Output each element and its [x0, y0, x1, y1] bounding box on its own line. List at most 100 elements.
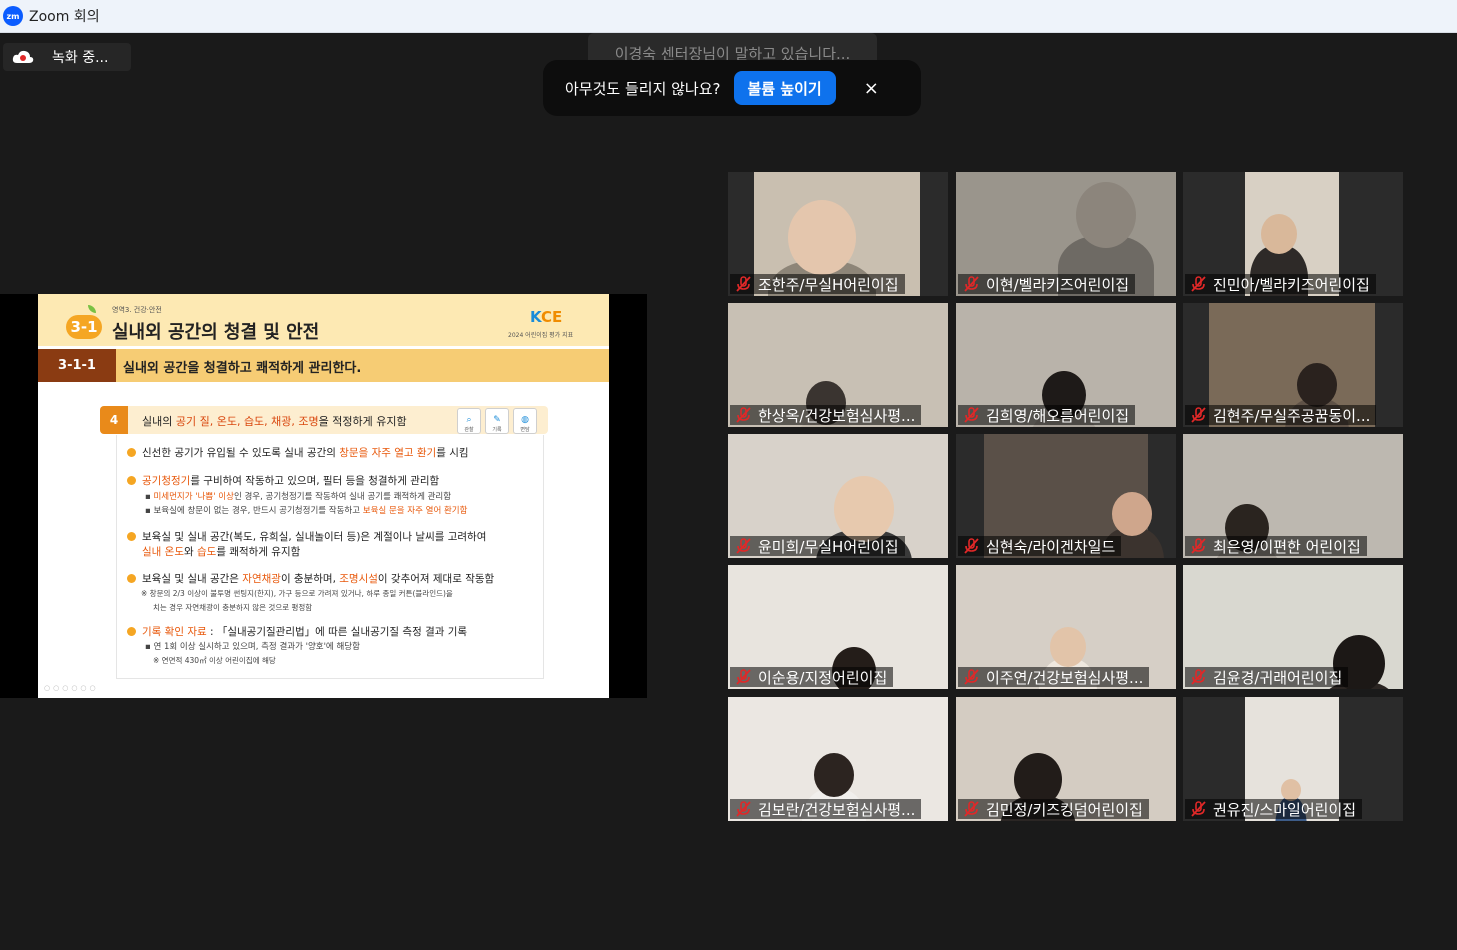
participant-face: [814, 753, 854, 797]
participant-tile[interactable]: 김희영/해오름어린이집: [956, 303, 1176, 427]
checklist-subitem: ▪ 미세먼지가 '나쁨' 이상인 경우, 공기청정기를 작동하여 실내 공기를 …: [145, 492, 452, 502]
shared-screen[interactable]: 영역3. 건강·안전 3-1 실내외 공간의 청결 및 안전 KCE 2024 …: [0, 294, 647, 698]
participant-name-tag: 김현주/무실주공꿈동이...: [1185, 405, 1377, 425]
method-icons: ⌕ 관찰 ✎ 기록 ◍ 면담: [457, 408, 537, 434]
participant-tile[interactable]: 김윤경/귀래어린이집: [1183, 565, 1403, 689]
participant-name-tag: 윤미희/무실H어린이집: [730, 536, 905, 556]
check-icon: [127, 627, 136, 636]
text: 신선한 공기가 유입될 수 있도록 실내 공간의: [142, 447, 340, 459]
participant-name: 김희영/해오름어린이집: [986, 406, 1130, 425]
muted-microphone-icon: [734, 276, 752, 292]
muted-microphone-icon: [1189, 801, 1207, 817]
participant-tile[interactable]: 김보란/건강보험심사평...: [728, 697, 948, 821]
muted-microphone-icon: [1189, 407, 1207, 423]
domain-label: 영역3. 건강·안전: [112, 306, 162, 314]
participant-face: [1112, 492, 1152, 536]
muted-microphone-icon: [962, 276, 980, 292]
record-method: ✎ 기록: [485, 408, 509, 434]
participant-name: 이순용/지정어린이집: [758, 668, 888, 687]
participant-name: 윤미희/무실H어린이집: [758, 537, 899, 556]
item-text-post: 을 적정하게 유지함: [318, 415, 407, 428]
section-number: 3-1: [66, 315, 102, 339]
highlight: 실내 온도: [142, 546, 184, 558]
item-text-pre: 실내의: [142, 415, 176, 428]
slide-header: 영역3. 건강·안전 3-1 실내외 공간의 청결 및 안전 KCE 2024 …: [38, 294, 609, 346]
checklist-item: 기록 확인 자료 : 「실내공기질관리법」에 따른 실내공기질 측정 결과 기록: [127, 624, 467, 639]
participant-tile[interactable]: 최은영/이편한 어린이집: [1183, 434, 1403, 558]
evaluation-item: 4 실내의 공기 질, 온도, 습도, 채광, 조명을 적정하게 유지함 ⌕ 관찰…: [100, 406, 548, 434]
text: 를 쾌적하게 유지함: [216, 546, 301, 558]
highlight: 습도: [196, 546, 217, 558]
text: 보육실에 창문이 없는 경우, 반드시 공기청정기를 작동하고: [153, 506, 363, 516]
text: 연 1회 이상 실시하고 있으며, 측정 결과가 '양호'에 해당함: [153, 642, 360, 652]
participant-face: [1076, 182, 1136, 248]
presentation-slide: 영역3. 건강·안전 3-1 실내외 공간의 청결 및 안전 KCE 2024 …: [38, 294, 609, 698]
participant-name: 조한주/무실H어린이집: [758, 275, 899, 294]
magnifier-icon: ⌕: [466, 415, 472, 425]
close-icon[interactable]: ×: [864, 78, 879, 99]
highlight: 기록 확인 자료: [142, 626, 207, 638]
checklist-note: ※ 창문의 2/3 이상이 불투명 썬팅지(한지), 가구 등으로 가려져 있거…: [141, 589, 453, 598]
participant-name-tag: 한상옥/건강보험심사평...: [730, 405, 922, 425]
checklist-subitem: ▪ 연 1회 이상 실시하고 있으며, 측정 결과가 '양호'에 해당함: [145, 642, 360, 652]
participant-tile[interactable]: 이주연/건강보험심사평...: [956, 565, 1176, 689]
checklist-subitem: ▪ 보육실에 창문이 없는 경우, 반드시 공기청정기를 작동하고 보육실 문을…: [145, 506, 468, 516]
participant-name: 이현/벨라키즈어린이집: [986, 275, 1130, 294]
text: 보육실 및 실내 공간(복도, 유희실, 실내놀이터 등)은 계절이나 날씨를 …: [142, 531, 487, 543]
highlight: 공기청정기: [142, 475, 191, 487]
check-icon: [127, 476, 136, 485]
participant-name: 김현주/무실주공꿈동이...: [1213, 406, 1371, 425]
checklist-note: ※ 연면적 430㎡ 이상 어린이집에 해당: [153, 656, 276, 665]
muted-microphone-icon: [962, 669, 980, 685]
text: 와: [183, 546, 197, 558]
speech-bubble-icon: ◍: [521, 415, 529, 425]
participant-tile[interactable]: 김민정/키즈킹덤어린이집: [956, 697, 1176, 821]
interview-method: ◍ 면담: [513, 408, 537, 434]
muted-microphone-icon: [734, 538, 752, 554]
recording-indicator[interactable]: 녹화 중...: [3, 43, 131, 71]
participant-tile[interactable]: 심현숙/라이겐차일드: [956, 434, 1176, 558]
participant-name-tag: 심현숙/라이겐차일드: [958, 536, 1122, 556]
muted-microphone-icon: [1189, 538, 1207, 554]
audio-help-message: 아무것도 들리지 않나요?: [565, 79, 721, 98]
participant-tile[interactable]: 이순용/지정어린이집: [728, 565, 948, 689]
participant-name-tag: 최은영/이편한 어린이집: [1185, 536, 1367, 556]
item-text-highlight: 공기 질, 온도, 습도, 채광, 조명: [175, 415, 319, 428]
muted-microphone-icon: [734, 801, 752, 817]
check-icon: [127, 448, 136, 457]
participant-face: [1261, 214, 1297, 254]
participant-tile[interactable]: 한상옥/건강보험심사평...: [728, 303, 948, 427]
text: 를 시킴: [436, 447, 469, 459]
method-label: 면담: [520, 427, 530, 433]
participant-tile[interactable]: 진민아/벨라키즈어린이집: [1183, 172, 1403, 296]
method-label: 관찰: [464, 427, 474, 433]
participant-name: 김보란/건강보험심사평...: [758, 800, 916, 819]
muted-microphone-icon: [734, 669, 752, 685]
muted-microphone-icon: [1189, 276, 1207, 292]
participant-face: [1297, 363, 1337, 407]
participant-tile[interactable]: 김현주/무실주공꿈동이...: [1183, 303, 1403, 427]
participant-name: 심현숙/라이겐차일드: [986, 537, 1116, 556]
participant-name: 최은영/이편한 어린이집: [1213, 537, 1361, 556]
participant-tile[interactable]: 이현/벨라키즈어린이집: [956, 172, 1176, 296]
participant-tile[interactable]: 윤미희/무실H어린이집: [728, 434, 948, 558]
participant-tile[interactable]: 조한주/무실H어린이집: [728, 172, 948, 296]
participant-name-tag: 권유진/스마일어린이집: [1185, 799, 1363, 819]
participant-name: 진민아/벨라키즈어린이집: [1213, 275, 1370, 294]
participant-face: [788, 200, 856, 275]
participant-tile[interactable]: 권유진/스마일어린이집: [1183, 697, 1403, 821]
text: 를 구비하여 작동하고 있으며, 필터 등을 청결하게 관리함: [190, 475, 440, 487]
kce-logo-k: K: [530, 308, 541, 326]
checklist-note: 치는 경우 자연채광이 충분하지 않은 것으로 평정함: [153, 603, 313, 612]
muted-microphone-icon: [962, 407, 980, 423]
participant-name: 이주연/건강보험심사평...: [986, 668, 1144, 687]
muted-microphone-icon: [962, 801, 980, 817]
section-title: 실내외 공간의 청결 및 안전: [112, 322, 320, 343]
increase-volume-button[interactable]: 볼륨 높이기: [733, 71, 836, 105]
checklist-item-cont: 실내 온도와 습도를 쾌적하게 유지함: [142, 544, 300, 559]
recording-label: 녹화 중...: [52, 50, 109, 66]
participant-name-tag: 김민정/키즈킹덤어린이집: [958, 799, 1149, 819]
checklist: 신선한 공기가 유입될 수 있도록 실내 공간의 창문을 자주 열고 환기를 시…: [116, 435, 544, 679]
indicator-number: 3-1-1: [38, 349, 116, 382]
participant-name: 김윤경/귀래어린이집: [1213, 668, 1343, 687]
